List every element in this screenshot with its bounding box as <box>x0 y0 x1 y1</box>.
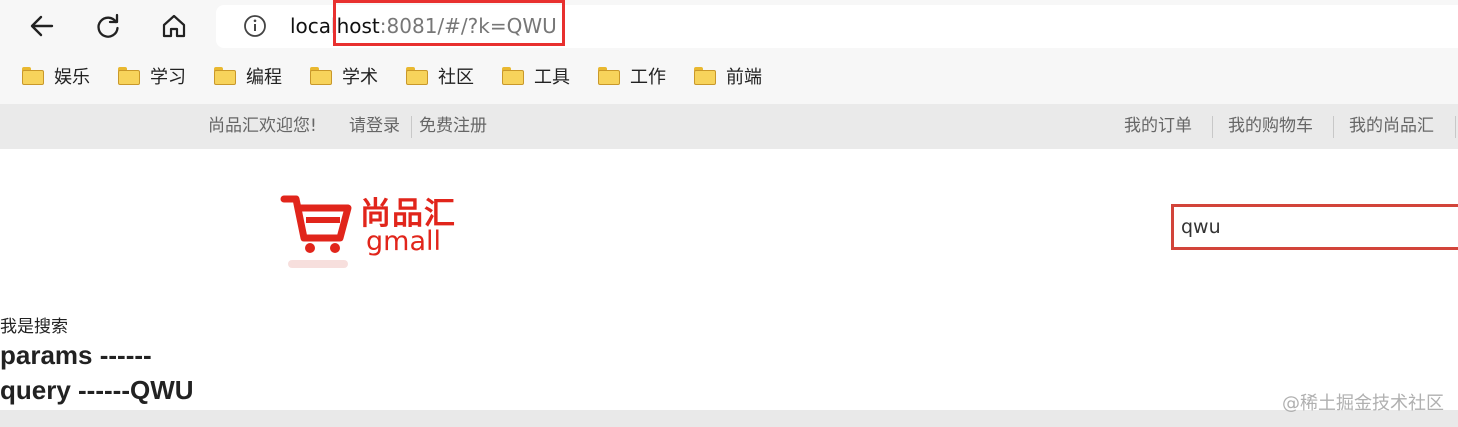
search-box[interactable] <box>1171 204 1458 250</box>
divider <box>1212 116 1213 138</box>
folder-icon <box>406 67 428 85</box>
bookmark-community[interactable]: 社区 <box>406 62 474 90</box>
query-heading: query ------QWU <box>0 375 194 405</box>
my-orders-link[interactable]: 我的订单 <box>1124 104 1192 149</box>
bookmark-programming[interactable]: 编程 <box>214 62 282 90</box>
search-input[interactable] <box>1174 207 1458 247</box>
back-button[interactable] <box>24 8 60 44</box>
bookmark-work[interactable]: 工作 <box>598 62 666 90</box>
folder-icon <box>118 67 140 85</box>
bookmark-tools[interactable]: 工具 <box>502 62 570 90</box>
bookmark-academic[interactable]: 学术 <box>310 62 378 90</box>
folder-icon <box>22 67 44 85</box>
site-topbar: 尚品汇欢迎您! 请登录 免费注册 我的订单 我的购物车 我的尚品汇 <box>0 104 1458 149</box>
bookmark-label: 学习 <box>150 67 186 88</box>
bookmark-entertainment[interactable]: 娱乐 <box>22 62 90 90</box>
watermark-text: @稀土掘金技术社区 <box>1282 393 1444 414</box>
login-link[interactable]: 请登录 <box>349 104 400 149</box>
bookmark-label: 工作 <box>630 67 666 88</box>
bookmark-label: 编程 <box>246 67 282 88</box>
site-logo[interactable]: 尚品汇 gmall <box>280 188 470 273</box>
site-info-button[interactable] <box>242 13 268 39</box>
my-account-link[interactable]: 我的尚品汇 <box>1349 104 1434 149</box>
browser-chrome: localhost:8081/#/?k=QWU 娱乐 学习 编程 学术 社区 工… <box>0 0 1458 105</box>
bookmark-label: 学术 <box>342 67 378 88</box>
my-cart-link[interactable]: 我的购物车 <box>1228 104 1313 149</box>
register-link[interactable]: 免费注册 <box>419 104 487 149</box>
bookmark-study[interactable]: 学习 <box>118 62 186 90</box>
search-page-content: 我是搜索 params ------ query ------QWU <box>0 316 194 408</box>
divider <box>1333 116 1334 138</box>
divider <box>411 116 412 138</box>
folder-icon <box>310 67 332 85</box>
welcome-text: 尚品汇欢迎您! <box>208 116 317 136</box>
search-label: 我是搜索 <box>0 317 68 337</box>
divider <box>1455 116 1456 138</box>
params-heading: params ------ <box>0 340 152 370</box>
reload-button[interactable] <box>90 8 126 44</box>
info-icon <box>244 15 266 37</box>
bookmark-label: 娱乐 <box>54 67 90 88</box>
bookmark-frontend[interactable]: 前端 <box>694 62 762 90</box>
shopping-cart-icon <box>280 195 352 268</box>
folder-icon <box>598 67 620 85</box>
bottom-strip <box>0 410 1458 427</box>
bookmark-label: 前端 <box>726 67 762 88</box>
logo-en-text: gmall <box>366 226 441 257</box>
bookmark-label: 工具 <box>534 67 570 88</box>
home-button[interactable] <box>156 8 192 44</box>
folder-icon <box>502 67 524 85</box>
url-highlight-box <box>333 0 565 46</box>
folder-icon <box>694 67 716 85</box>
back-arrow-icon <box>30 15 54 37</box>
reload-icon <box>97 13 119 38</box>
folder-icon <box>214 67 236 85</box>
home-icon <box>162 14 186 38</box>
bookmark-label: 社区 <box>438 67 474 88</box>
